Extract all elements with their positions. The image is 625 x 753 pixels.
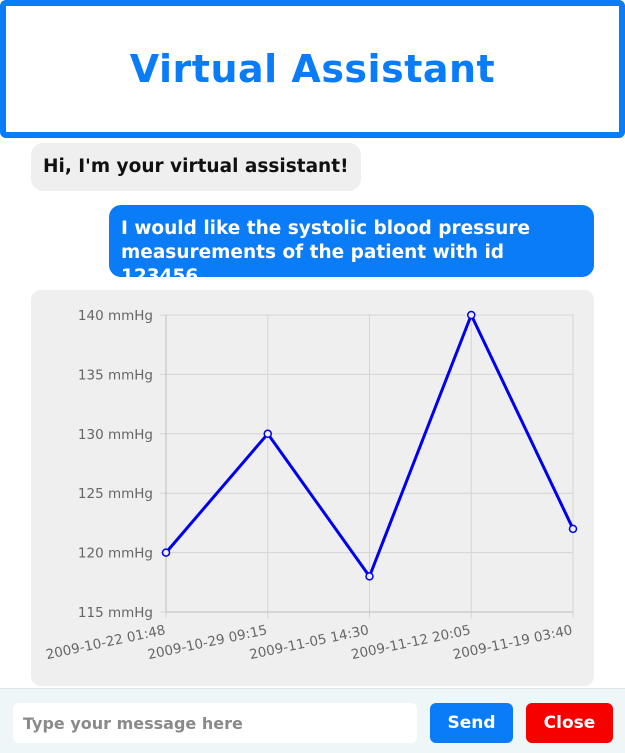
- chat-window: Virtual Assistant Hi, I'm your virtual a…: [0, 0, 625, 753]
- y-tick-label: 125 mmHg: [78, 486, 153, 502]
- y-tick-label: 120 mmHg: [78, 546, 153, 562]
- y-tick-label: 115 mmHg: [78, 605, 153, 621]
- data-point: [161, 548, 171, 557]
- close-button[interactable]: Close: [526, 703, 613, 743]
- send-button[interactable]: Send: [430, 703, 513, 743]
- data-point: [263, 429, 272, 439]
- input-bar: Send Close: [0, 688, 625, 753]
- message-input[interactable]: [13, 703, 417, 743]
- y-tick-label: 135 mmHg: [78, 367, 153, 383]
- y-tick-label: 140 mmHg: [78, 308, 153, 324]
- user-message: I would like the systolic blood pressure…: [109, 205, 594, 287]
- chat-area: Hi, I'm your virtual assistant! I would …: [0, 138, 625, 688]
- data-point: [467, 310, 476, 320]
- y-tick-label: 130 mmHg: [78, 427, 153, 443]
- chart-card: 115 mmHg 120 mmHg 125 mmHg 130 mmHg 135 mmHg…: [31, 290, 594, 686]
- header: Virtual Assistant: [0, 0, 625, 138]
- blood-pressure-chart: 115 mmHg 120 mmHg 125 mmHg 130 mmHg 135 mmHg…: [45, 308, 578, 663]
- bot-message: Hi, I'm your virtual assistant!: [31, 143, 361, 191]
- app-title: Virtual Assistant: [129, 47, 496, 91]
- data-point: [365, 572, 374, 581]
- data-point: [568, 524, 578, 534]
